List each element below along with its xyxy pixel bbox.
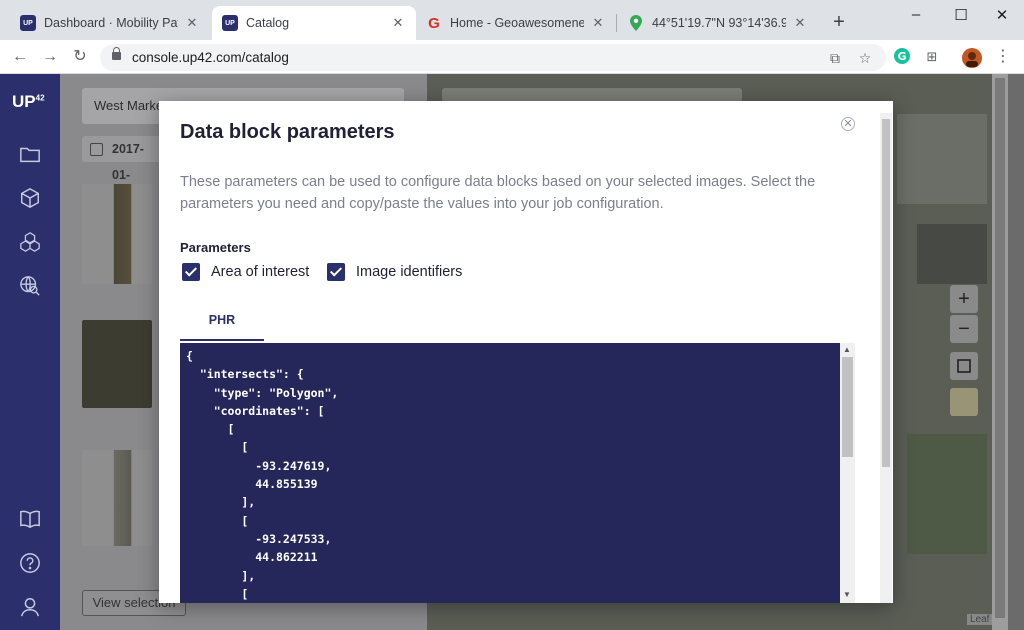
google-favicon-icon: G <box>428 14 440 32</box>
kebab-menu-icon[interactable]: ⋮ <box>994 48 1012 66</box>
json-code-block[interactable]: { "intersects": { "type": "Polygon", "co… <box>180 343 840 603</box>
image-thumbnail[interactable] <box>82 450 152 546</box>
layers-icon[interactable] <box>950 388 978 416</box>
data-block-parameters-dialog: Data block parameters ✕ These parameters… <box>159 101 893 603</box>
location-select-value: West Marke <box>94 98 164 113</box>
map-attribution[interactable]: Leaf <box>967 614 993 625</box>
reload-icon[interactable]: ↻ <box>70 47 90 67</box>
zoom-in-button[interactable]: + <box>950 285 978 313</box>
dialog-scrollbar-thumb[interactable] <box>882 119 890 467</box>
dialog-scrollbar[interactable] <box>880 113 892 603</box>
user-icon[interactable] <box>18 595 42 619</box>
scroll-up-arrow-icon[interactable]: ▲ <box>843 345 851 354</box>
image-thumbnail[interactable] <box>82 184 152 284</box>
page-scrollbar-thumb[interactable] <box>995 78 1005 618</box>
tab-title: Catalog <box>246 16 290 30</box>
up42-favicon-icon: UP <box>20 15 36 31</box>
tab-google-maps[interactable]: 44°51'19.7"N 93°14'36.9"W – ✕ <box>618 6 818 40</box>
cubes-icon[interactable] <box>18 230 42 254</box>
lock-icon <box>112 47 121 60</box>
close-tab-icon[interactable]: ✕ <box>590 15 606 31</box>
back-arrow-icon[interactable]: ← <box>10 47 30 67</box>
close-window-icon[interactable]: ✕ <box>989 6 1015 26</box>
zoom-out-button[interactable]: − <box>950 315 978 343</box>
address-bar[interactable]: console.up42.com/catalog ⧉ ☆ <box>100 44 886 71</box>
tab-catalog[interactable]: UP Catalog ✕ <box>212 6 416 40</box>
minimize-icon[interactable]: – <box>903 6 929 26</box>
date-filter[interactable]: 2017-01- <box>82 136 162 182</box>
tab-dashboard[interactable]: UP Dashboard · Mobility Patterns ✕ <box>10 6 210 40</box>
globe-search-icon[interactable] <box>18 274 42 298</box>
map-terrain <box>897 114 987 204</box>
url-text: console.up42.com/catalog <box>132 50 289 65</box>
checkbox-checked-icon[interactable] <box>327 263 345 281</box>
tab-title: Home - Geoawesomeness <box>450 16 584 30</box>
grammarly-extension-icon[interactable]: G <box>893 48 911 66</box>
svg-text:G: G <box>897 50 906 63</box>
close-tab-icon[interactable]: ✕ <box>390 15 406 31</box>
tab-title: Dashboard · Mobility Patterns <box>44 16 178 30</box>
up42-favicon-icon: UP <box>222 15 238 31</box>
close-tab-icon[interactable]: ✕ <box>184 15 200 31</box>
book-icon[interactable] <box>18 507 42 531</box>
code-scrollbar[interactable]: ▲ ▼ <box>840 343 855 603</box>
map-terrain <box>917 224 987 284</box>
browser-toolbar: ← → ↻ console.up42.com/catalog ⧉ ☆ G ⊞ ⋮ <box>0 40 1024 74</box>
date-filter-value: 2017-01- <box>112 142 144 182</box>
code-scrollbar-thumb[interactable] <box>842 357 853 457</box>
tab-title: 44°51'19.7"N 93°14'36.9"W – <box>652 16 786 30</box>
logo-text: UP <box>12 92 36 111</box>
bookmark-star-icon[interactable]: ☆ <box>856 49 874 67</box>
area-of-interest-checkbox[interactable]: Area of interest <box>182 263 309 281</box>
translate-icon[interactable]: ⧉ <box>826 49 844 67</box>
map-terrain <box>907 434 987 554</box>
image-thumbnail[interactable] <box>82 320 152 408</box>
maps-pin-icon <box>628 15 644 31</box>
draw-rectangle-icon[interactable] <box>950 352 978 380</box>
tab-phr[interactable]: PHR <box>180 301 264 341</box>
browser-tab-bar: UP Dashboard · Mobility Patterns ✕ UP Ca… <box>0 0 1024 40</box>
up42-logo[interactable]: UP42 <box>12 92 45 112</box>
forward-arrow-icon[interactable]: → <box>40 47 60 67</box>
scroll-down-arrow-icon[interactable]: ▼ <box>843 590 851 599</box>
close-icon[interactable]: ✕ <box>841 117 855 131</box>
page-scrollbar[interactable] <box>992 74 1008 630</box>
checkbox-label: Area of interest <box>211 264 310 280</box>
parameters-label: Parameters <box>180 240 251 255</box>
checkbox-label: Image identifiers <box>356 264 463 280</box>
dialog-title: Data block parameters <box>180 121 395 143</box>
profile-avatar[interactable] <box>962 48 982 68</box>
new-tab-button[interactable]: + <box>828 12 850 34</box>
extensions-grid-icon[interactable]: ⊞ <box>923 48 941 66</box>
logo-superscript: 42 <box>35 93 45 103</box>
tab-geoawesomeness[interactable]: G Home - Geoawesomeness ✕ <box>416 6 616 40</box>
close-tab-icon[interactable]: ✕ <box>792 15 808 31</box>
checkbox-checked-icon[interactable] <box>182 263 200 281</box>
cube-icon[interactable] <box>18 186 42 210</box>
sidebar-nav: UP42 <box>0 74 60 630</box>
dialog-description: These parameters can be used to configur… <box>180 174 816 212</box>
help-icon[interactable] <box>18 551 42 575</box>
maximize-icon[interactable]: ☐ <box>948 6 974 26</box>
image-identifiers-checkbox[interactable]: Image identifiers <box>327 263 462 281</box>
tab-separator <box>616 14 617 32</box>
folder-icon[interactable] <box>18 142 42 166</box>
